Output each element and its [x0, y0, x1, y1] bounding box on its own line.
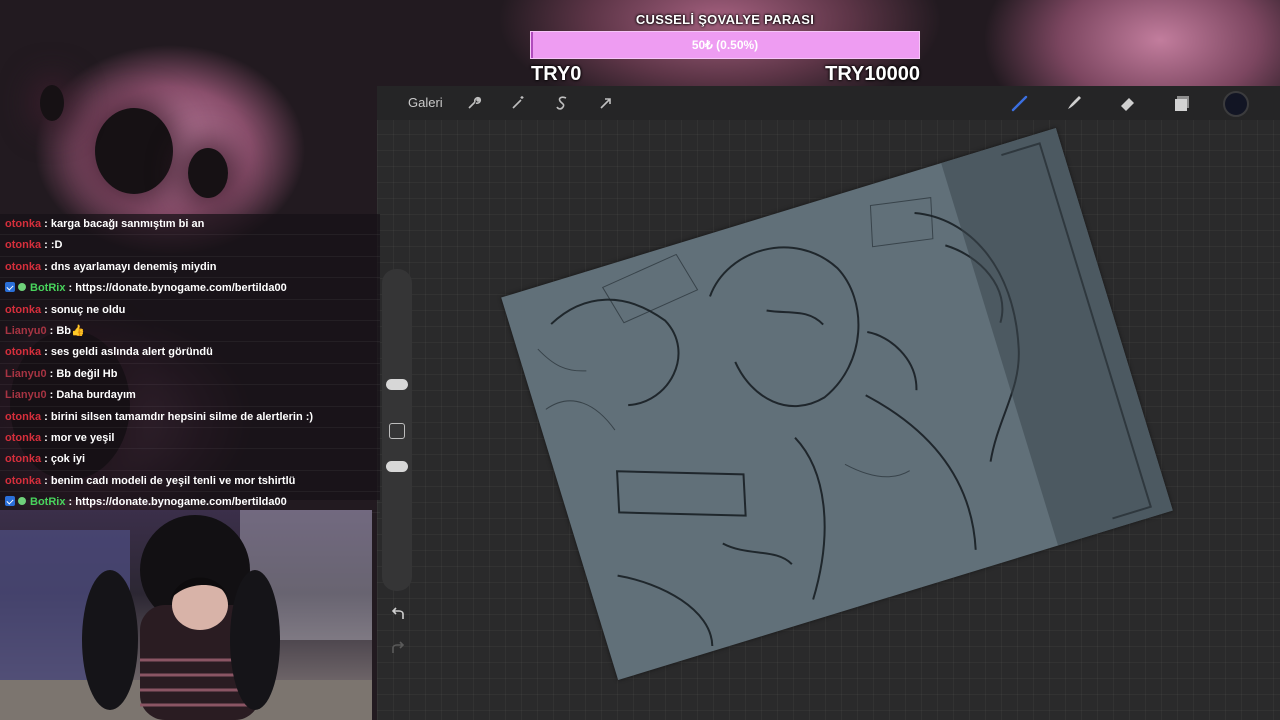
chat-username[interactable]: otonka: [5, 346, 41, 358]
eraser-icon[interactable]: [1118, 93, 1138, 113]
chat-text: mor ve yeşil: [50, 431, 115, 444]
chat-username[interactable]: otonka: [5, 453, 41, 465]
chat-text: dns ayarlamayı denemiş miydin: [50, 260, 217, 273]
chat-message: otonka : :D: [0, 235, 380, 257]
chat-username[interactable]: otonka: [5, 432, 41, 444]
chat-username[interactable]: otonka: [5, 304, 41, 316]
side-toolbar: [382, 269, 412, 653]
chat-separator: :: [65, 496, 76, 509]
chat-message: otonka : dns ayarlamayı denemiş miydin: [0, 257, 380, 279]
redo-icon[interactable]: [389, 639, 407, 657]
gallery-button[interactable]: Galeri: [408, 95, 443, 110]
chat-message: otonka : karga bacağı sanmıştım bi an: [0, 214, 380, 236]
chat-text: benim cadı modeli de yeşil tenli ve mor …: [50, 474, 296, 487]
chat-username[interactable]: Lianyu0: [5, 325, 47, 337]
verified-bot-badge-icon: [5, 282, 15, 293]
chat-text: :D: [50, 239, 63, 252]
chat-username[interactable]: Lianyu0: [5, 368, 47, 380]
chat-message: otonka : benim cadı modeli de yeşil tenl…: [0, 471, 380, 493]
chat-separator: :: [65, 282, 76, 295]
chat-username[interactable]: otonka: [5, 411, 41, 423]
top-toolbar: Galeri: [377, 86, 1280, 120]
chat-separator: :: [41, 410, 51, 423]
donation-goal-min: TRY0: [531, 63, 582, 85]
webcam-feed: [0, 510, 372, 720]
chat-separator: :: [46, 324, 57, 337]
chat-message: Lianyu0 : Bb değil Hb: [0, 364, 380, 386]
chat-separator: :: [41, 431, 51, 444]
chat-text: https://donate.bynogame.com/bertilda00: [75, 496, 287, 509]
chat-text: sonuç ne oldu: [50, 303, 126, 316]
chat-message: otonka : birini silsen tamamdır hepsini …: [0, 407, 380, 428]
magic-wand-icon[interactable]: [508, 93, 528, 113]
chat-username[interactable]: otonka: [5, 239, 41, 251]
chat-text: Daha burdayım: [56, 389, 136, 402]
background-eye-shape: [40, 85, 64, 121]
chat-separator: :: [41, 218, 51, 230]
webcam-scene: [0, 510, 372, 720]
stream-chat: otonka : karga bacağı sanmıştım bi an oto…: [0, 214, 380, 514]
chat-message: Lianyu0 : Daha burdayım: [0, 385, 380, 407]
brush-size-slider[interactable]: [386, 379, 408, 390]
chat-text: birini silsen tamamdır hepsini silme de …: [50, 410, 314, 423]
selection-s-icon[interactable]: [552, 93, 572, 113]
drawing-app-window: Galeri: [377, 86, 1280, 720]
chat-separator: :: [46, 389, 57, 402]
chat-text: Bb👍: [56, 324, 85, 337]
smudge-icon[interactable]: [1064, 93, 1084, 113]
chat-separator: :: [41, 303, 51, 316]
chat-username[interactable]: otonka: [5, 261, 41, 273]
chat-username[interactable]: otonka: [5, 218, 41, 230]
chat-separator: :: [46, 367, 57, 380]
chat-username[interactable]: BotRix: [30, 282, 65, 294]
chat-separator: :: [41, 346, 51, 359]
chat-text: çok iyi: [50, 453, 86, 466]
brush-opacity-slider[interactable]: [386, 461, 408, 472]
transform-arrow-icon[interactable]: [596, 93, 616, 113]
chat-username[interactable]: Lianyu0: [5, 389, 47, 401]
undo-icon[interactable]: [389, 605, 407, 623]
chat-message: Lianyu0 : Bb👍: [0, 321, 380, 343]
layers-icon[interactable]: [1172, 93, 1192, 113]
chat-message: otonka : ses geldi aslında alert göründü: [0, 342, 380, 364]
chat-separator: :: [41, 453, 51, 466]
artwork-canvas[interactable]: [501, 127, 1173, 681]
sketch-lines: [537, 127, 1173, 647]
verified-bot-badge-icon: [5, 496, 15, 507]
donation-goal-amount: 50₺ (0.50%): [691, 38, 759, 52]
wrench-icon[interactable]: [464, 93, 484, 113]
donation-goal-progress-bar: 50₺ (0.50%): [530, 31, 920, 59]
background-eye-shape: [95, 108, 173, 194]
chat-username[interactable]: otonka: [5, 475, 41, 487]
chat-separator: :: [41, 260, 51, 273]
brush-icon[interactable]: [1010, 93, 1030, 113]
chat-text: https://donate.bynogame.com/bertilda00: [75, 282, 287, 295]
chat-separator: :: [41, 474, 51, 487]
chat-message: otonka : çok iyi: [0, 449, 380, 471]
modify-button[interactable]: [389, 423, 405, 439]
donation-goal-title: CUSSELİ ŞOVALYE PARASI: [635, 12, 815, 27]
bot-status-icon: [18, 497, 26, 506]
chat-text: Bb değil Hb: [56, 367, 118, 380]
background-eye-shape: [188, 148, 228, 198]
chat-message: otonka : mor ve yeşil: [0, 428, 380, 450]
color-picker-swatch[interactable]: [1223, 91, 1249, 117]
chat-text: karga bacağı sanmıştım bi an: [50, 218, 205, 230]
chat-message: otonka : sonuç ne oldu: [0, 300, 380, 321]
bot-status-icon: [18, 283, 26, 292]
chat-text: ses geldi aslında alert göründü: [50, 346, 213, 359]
chat-message: BotRix : https://donate.bynogame.com/ber…: [0, 278, 380, 300]
chat-separator: :: [41, 239, 51, 252]
donation-goal-max: TRY10000: [825, 63, 920, 85]
chat-username[interactable]: BotRix: [30, 496, 65, 508]
